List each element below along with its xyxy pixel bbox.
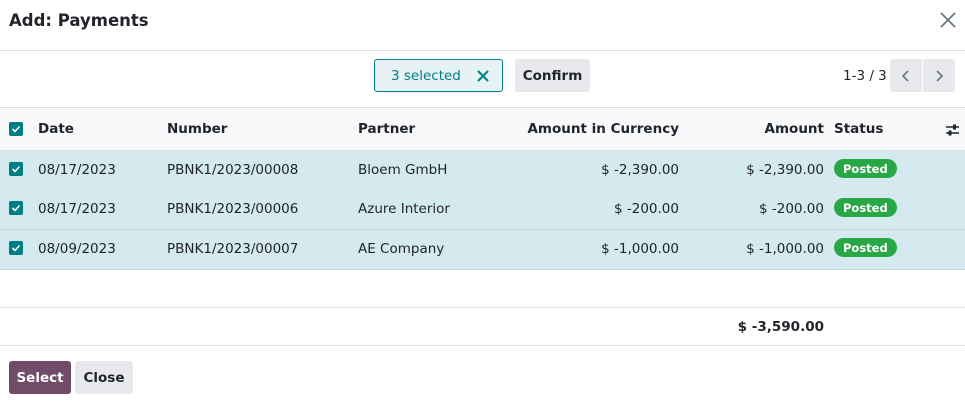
- cell-amount: $ -1,000.00: [746, 241, 824, 257]
- column-header-number[interactable]: Number: [167, 121, 227, 137]
- cell-amount-in-currency: $ -200.00: [614, 201, 679, 217]
- totals-row: $ -3,590.00: [0, 308, 965, 346]
- checkbox-icon: [11, 244, 21, 252]
- table-row[interactable]: 08/17/2023 PBNK1/2023/00006 Azure Interi…: [0, 190, 965, 230]
- table-header: Date Number Partner Amount in Currency A…: [0, 109, 965, 151]
- unselect-icon[interactable]: [476, 69, 490, 83]
- select-all-checkbox[interactable]: [9, 122, 23, 136]
- pager-value[interactable]: 1-3 / 3: [843, 68, 887, 84]
- cell-partner: Bloem GmbH: [358, 162, 448, 178]
- cell-partner: AE Company: [358, 241, 445, 257]
- row-checkbox[interactable]: [9, 241, 23, 255]
- cell-amount: $ -200.00: [759, 201, 824, 217]
- pager-previous-button[interactable]: [890, 59, 922, 92]
- column-header-amount-in-currency[interactable]: Amount in Currency: [527, 121, 679, 137]
- close-button[interactable]: Close: [75, 361, 133, 394]
- row-checkbox[interactable]: [9, 201, 23, 215]
- table-row[interactable]: 08/09/2023 PBNK1/2023/00007 AE Company $…: [0, 230, 965, 270]
- cell-partner: Azure Interior: [358, 201, 450, 217]
- column-header-amount[interactable]: Amount: [765, 121, 824, 137]
- dialog-title: Add: Payments: [9, 11, 149, 30]
- empty-row: [0, 270, 965, 308]
- selection-badge: 3 selected: [374, 59, 503, 92]
- chevron-left-icon: [901, 69, 909, 82]
- optional-columns-icon[interactable]: [945, 123, 960, 137]
- status-badge: Posted: [834, 238, 897, 257]
- cell-date: 08/17/2023: [38, 201, 116, 217]
- total-amount: $ -3,590.00: [737, 319, 824, 335]
- pager-next-button[interactable]: [923, 59, 955, 92]
- status-badge: Posted: [834, 198, 897, 217]
- cell-number: PBNK1/2023/00008: [167, 162, 299, 178]
- control-bar: 3 selected Confirm 1-3 / 3: [0, 51, 965, 108]
- column-header-partner[interactable]: Partner: [358, 121, 415, 137]
- table-row[interactable]: 08/17/2023 PBNK1/2023/00008 Bloem GmbH $…: [0, 151, 965, 191]
- chevron-right-icon: [936, 69, 944, 82]
- cell-number: PBNK1/2023/00007: [167, 241, 299, 257]
- dialog-header: Add: Payments: [0, 0, 965, 51]
- row-checkbox[interactable]: [9, 162, 23, 176]
- cell-amount: $ -2,390.00: [746, 162, 824, 178]
- select-button[interactable]: Select: [9, 361, 71, 394]
- status-badge: Posted: [834, 159, 897, 178]
- checkbox-icon: [11, 165, 21, 173]
- cell-amount-in-currency: $ -2,390.00: [601, 162, 679, 178]
- cell-date: 08/09/2023: [38, 241, 116, 257]
- cell-number: PBNK1/2023/00006: [167, 201, 299, 217]
- selection-count: 3 selected: [391, 67, 461, 84]
- close-icon[interactable]: [939, 11, 957, 29]
- checkbox-icon: [11, 125, 21, 133]
- confirm-button[interactable]: Confirm: [515, 59, 590, 92]
- cell-amount-in-currency: $ -1,000.00: [601, 241, 679, 257]
- checkbox-icon: [11, 204, 21, 212]
- column-header-date[interactable]: Date: [38, 121, 74, 137]
- cell-date: 08/17/2023: [38, 162, 116, 178]
- column-header-status[interactable]: Status: [834, 121, 883, 137]
